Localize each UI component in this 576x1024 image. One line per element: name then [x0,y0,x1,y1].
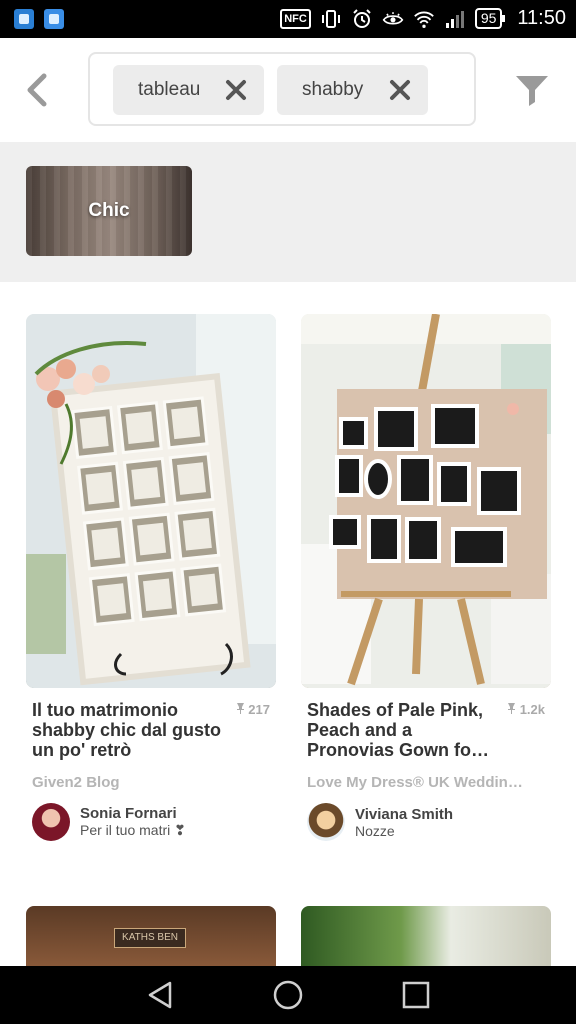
pin-card-peek[interactable]: KATHS BEN [26,906,276,968]
pin-icon [508,703,516,714]
pin-title: Il tuo matrimonio shabby chic dal gusto … [32,700,222,760]
pinner[interactable]: Viviana Smith Nozze [307,803,545,841]
pin-source[interactable]: Love My Dress® UK Weddin… [307,774,545,791]
suggestion-chic[interactable]: Chic [26,166,192,256]
avatar[interactable] [307,803,345,841]
status-bar: NFC 95 11:50 [0,0,576,38]
seating-chart-photo [26,314,276,688]
easel-board-photo [301,314,551,688]
pin-count-value: 1.2k [519,702,545,717]
nav-home-button[interactable] [272,979,304,1011]
eye-comfort-icon [382,8,404,30]
notification-app-icon [14,9,34,29]
filter-icon [516,76,548,106]
pinner-name: Viviana Smith [355,805,454,823]
pin-card-peek[interactable] [301,906,551,968]
home-circle-icon [273,980,303,1010]
sign-in-photo: KATHS BEN [114,928,186,948]
filter-button[interactable] [514,72,550,108]
pin-icon [236,703,244,714]
pin-card[interactable]: Il tuo matrimonio shabby chic dal gusto … [26,314,276,841]
notification-image-icon [44,9,64,29]
pinner[interactable]: Sonia Fornari Per il tuo matri ❣ [32,803,270,841]
back-triangle-icon [148,981,172,1009]
alarm-icon [351,8,373,30]
search-header: tableau shabby [0,38,576,142]
system-nav-bar [0,966,576,1024]
chip-label: tableau [138,79,201,100]
board-name: Nozze [355,822,395,839]
search-suggestions: Chic [0,142,576,282]
pin-title: Shades of Pale Pink, Peach and a Pronovi… [307,700,490,760]
clock: 11:50 [517,7,566,29]
pin-count-value: 217 [248,702,270,717]
close-icon [390,80,410,100]
pinner-name: Sonia Fornari [80,805,177,822]
nav-back-button[interactable] [144,979,176,1011]
remove-chip-button[interactable] [225,79,247,101]
pin-source[interactable]: Given2 Blog [32,774,270,791]
search-chip-tableau[interactable]: tableau [113,65,264,115]
search-chip-shabby[interactable]: shabby [277,65,428,115]
remove-chip-button[interactable] [389,79,411,101]
board-name: Per il tuo matri ❣ [80,822,186,838]
pin-image[interactable] [26,314,276,688]
chip-label: shabby [302,79,364,100]
nav-recents-button[interactable] [400,979,432,1011]
battery-indicator: 95 [474,8,505,29]
back-button[interactable] [22,72,52,108]
chevron-left-icon [27,73,47,107]
pin-count: 1.2k [507,702,545,717]
nfc-icon: NFC [280,8,311,29]
recents-square-icon [402,981,430,1009]
close-icon [226,80,246,100]
avatar[interactable] [32,803,70,841]
suggestion-label: Chic [88,200,130,221]
pin-card[interactable]: Shades of Pale Pink, Peach and a Pronovi… [301,314,551,841]
pin-image[interactable] [301,314,551,688]
signal-icon [444,8,466,30]
pin-count: 217 [236,702,270,717]
search-field[interactable]: tableau shabby [88,52,476,126]
vibrate-icon [320,8,342,30]
wifi-icon [413,8,435,30]
